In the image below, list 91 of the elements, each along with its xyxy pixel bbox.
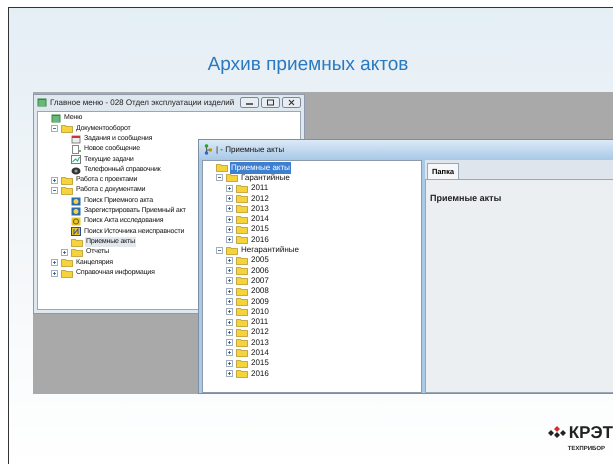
folder-icon: [236, 184, 248, 193]
expand-icon[interactable]: [226, 256, 233, 264]
expand-icon[interactable]: [226, 318, 233, 326]
folder-icon: [236, 204, 248, 214]
expand-icon[interactable]: [226, 360, 233, 367]
panel-title: Приемные акты: [430, 192, 502, 203]
tree-item[interactable]: 2007: [250, 274, 270, 287]
expand-icon[interactable]: [51, 176, 58, 184]
close-icon[interactable]: [282, 97, 301, 108]
collapse-icon[interactable]: [216, 246, 223, 254]
expand-icon[interactable]: [226, 370, 233, 378]
folder-icon: [61, 268, 73, 278]
tree-item[interactable]: Приемные акты: [230, 162, 291, 174]
expand-icon[interactable]: [226, 308, 233, 316]
folder-icon: [216, 163, 228, 172]
tree-item[interactable]: 2016: [250, 234, 270, 246]
expand-icon[interactable]: [226, 226, 233, 233]
folder-icon: [236, 214, 248, 224]
list-icon: [51, 114, 61, 124]
folder-icon: [236, 224, 248, 234]
folder-icon: [236, 235, 248, 244]
folder-icon: [236, 369, 248, 378]
tree-item[interactable]: 2013: [250, 336, 270, 349]
tree-item[interactable]: 2015: [250, 357, 270, 370]
tree-diagram-icon: [204, 144, 213, 155]
expand-icon[interactable]: [61, 249, 68, 256]
folder-icon: [236, 318, 248, 327]
expand-icon[interactable]: [226, 288, 233, 295]
minimize-icon[interactable]: [240, 97, 259, 108]
folder-icon: [236, 328, 248, 337]
collapse-icon[interactable]: [51, 187, 58, 194]
expand-icon[interactable]: [226, 195, 233, 202]
diamond-logo-icon: [548, 426, 566, 438]
tree-item[interactable]: 2014: [250, 213, 270, 226]
tree-item[interactable]: 2008: [250, 285, 270, 298]
expand-icon[interactable]: [226, 236, 233, 244]
expand-icon[interactable]: [226, 298, 233, 305]
tree-item[interactable]: 2011: [250, 182, 270, 194]
folder-icon: [71, 248, 83, 257]
tree-item[interactable]: 2013: [250, 202, 270, 215]
expand-icon[interactable]: [226, 277, 233, 284]
window-title: | - Приемные акты: [216, 144, 284, 156]
folder-icon: [236, 358, 248, 368]
tree-item[interactable]: 2011: [250, 316, 270, 328]
document-icon: [71, 145, 81, 154]
list-icon: [37, 98, 47, 107]
tree-item[interactable]: 2014: [250, 347, 270, 359]
slide-title: Архив приемных актов: [208, 53, 408, 77]
tree-item[interactable]: 2012: [250, 326, 270, 338]
folder-icon: [236, 194, 248, 204]
folder-icon: [226, 173, 238, 182]
folder-icon: [236, 256, 248, 265]
document-icon: [71, 134, 81, 144]
folder-icon: [236, 338, 248, 348]
folder-icon: [236, 266, 248, 276]
expand-icon[interactable]: [226, 205, 233, 212]
expand-icon[interactable]: [226, 216, 233, 223]
tree-item[interactable]: 2012: [250, 192, 270, 205]
window-title: Главное меню - 028 Отдел эксплуатации изделий: [50, 96, 234, 108]
maximize-icon[interactable]: [261, 97, 280, 108]
expand-icon[interactable]: [226, 184, 233, 192]
chart-icon: [71, 155, 81, 164]
expand-icon[interactable]: [51, 259, 58, 266]
tree-item[interactable]: 2015: [250, 223, 270, 236]
collapse-icon[interactable]: [51, 125, 58, 132]
collapse-icon[interactable]: [216, 174, 223, 182]
folder-icon: [236, 297, 248, 306]
folder-icon: [236, 286, 248, 296]
folder-icon: [61, 176, 73, 185]
expand-icon[interactable]: [226, 339, 233, 346]
expand-icon[interactable]: [226, 267, 233, 274]
folder-icon: [61, 124, 73, 134]
tree-item[interactable]: 2009: [250, 296, 270, 308]
folder-icon: [71, 238, 83, 247]
tree-item[interactable]: 2005: [250, 254, 270, 266]
tree-item[interactable]: 2010: [250, 306, 270, 318]
document-icon: [71, 227, 81, 236]
tree-item[interactable]: Гарантийные: [240, 172, 291, 184]
expand-icon[interactable]: [51, 270, 58, 277]
tree-item[interactable]: 2006: [250, 264, 270, 277]
logo-text: КРЭТ: [568, 424, 613, 440]
tree-item[interactable]: Негарантийные: [240, 244, 300, 256]
folder-icon: [226, 246, 238, 255]
expand-icon[interactable]: [226, 349, 233, 356]
folder-icon: [236, 276, 248, 286]
folder-icon: [61, 258, 73, 268]
expand-icon[interactable]: [226, 328, 233, 336]
folder-icon: [236, 348, 248, 358]
folder-icon: [61, 186, 73, 196]
tree-item[interactable]: 2016: [250, 368, 270, 380]
folder-icon: [236, 307, 248, 316]
